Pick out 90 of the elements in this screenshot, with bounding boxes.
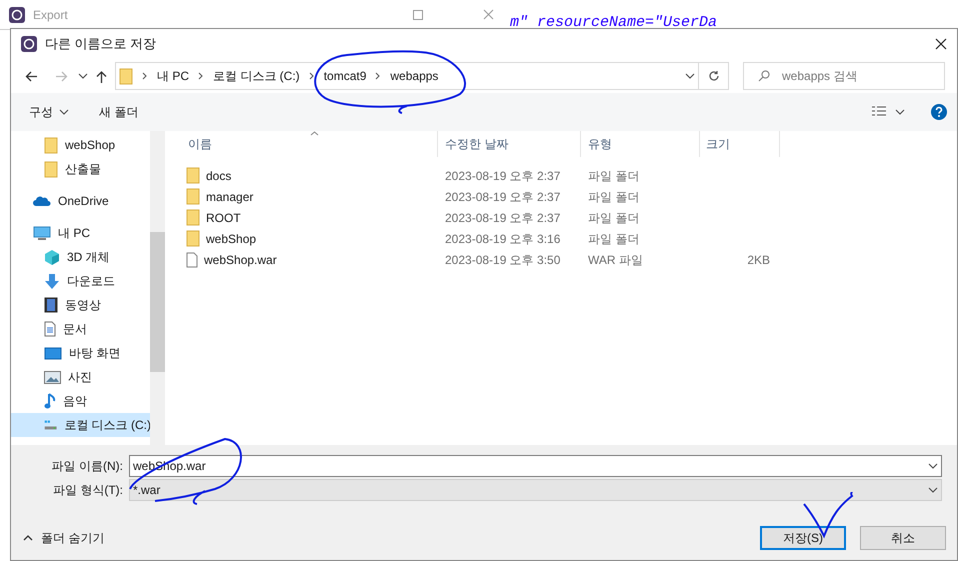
view-options-icon[interactable] bbox=[871, 106, 887, 118]
folder-icon bbox=[186, 209, 200, 226]
chevron-right-icon bbox=[308, 72, 315, 80]
table-cell-text: 2023-08-19 오후 2:37 bbox=[444, 168, 562, 184]
chevron-up-icon bbox=[23, 535, 33, 541]
sidebar-item[interactable]: 로컬 디스크 (C:) bbox=[11, 413, 151, 437]
search-field[interactable]: webapps 검색 bbox=[743, 62, 945, 90]
table-cell-text: WAR 파일 bbox=[587, 252, 644, 268]
drive-icon bbox=[44, 418, 58, 432]
back-arrow-icon[interactable] bbox=[25, 70, 38, 82]
table-cell-text: 파일 폴더 bbox=[587, 230, 640, 248]
table-cell-text: 파일 폴더 bbox=[587, 188, 640, 206]
app-icon bbox=[21, 36, 37, 52]
table-cell-text: 2023-08-19 오후 3:50 bbox=[444, 252, 562, 268]
table-cell-text: 2023-08-19 오후 3:16 bbox=[444, 230, 562, 248]
document-icon bbox=[186, 252, 198, 268]
chevron-right-icon bbox=[198, 72, 204, 80]
down-arrow-icon bbox=[44, 272, 60, 290]
music-note-icon bbox=[44, 392, 56, 410]
folder-icon bbox=[186, 188, 200, 205]
sidebar-item[interactable]: webShop bbox=[11, 133, 151, 157]
chevron-right-icon bbox=[375, 72, 382, 80]
cloud-icon bbox=[33, 196, 51, 206]
save-button[interactable]: 저장(S) bbox=[760, 526, 846, 550]
close-icon[interactable] bbox=[935, 38, 947, 50]
document-icon bbox=[44, 321, 56, 337]
column-header[interactable]: 유형 bbox=[581, 131, 700, 157]
file-name[interactable]: manager bbox=[206, 188, 254, 206]
field-label: 파일 이름(N): bbox=[50, 458, 124, 475]
column-header[interactable]: 수정한 날짜 bbox=[438, 131, 581, 157]
table-cell-text: 파일 폴더 bbox=[587, 210, 640, 226]
refresh-icon[interactable] bbox=[708, 70, 720, 82]
column-header[interactable]: 크기 bbox=[700, 131, 780, 157]
folder-icon bbox=[186, 230, 200, 247]
scrollbar[interactable] bbox=[150, 131, 165, 445]
up-arrow-icon[interactable] bbox=[96, 70, 107, 82]
table-cell-text: 파일 폴더 bbox=[587, 168, 640, 184]
dropdown-caret-icon bbox=[685, 73, 695, 79]
sidebar-item[interactable]: 바탕 화면 bbox=[11, 341, 151, 365]
table-cell-text: 2023-08-19 오후 2:37 bbox=[444, 210, 562, 226]
organize-button[interactable]: 구성 bbox=[29, 103, 69, 121]
film-icon bbox=[44, 297, 58, 313]
code-text: m" resourceName="UserDa bbox=[510, 13, 718, 33]
help-icon[interactable] bbox=[931, 104, 947, 120]
hide-folders-button[interactable]: 폴더 숨기기 bbox=[23, 529, 104, 547]
folder-icon bbox=[44, 136, 58, 154]
sidebar-item[interactable]: 사진 bbox=[11, 365, 151, 389]
new-folder-button[interactable]: 새 폴더 bbox=[99, 103, 138, 121]
sidebar-item[interactable]: 다운로드 bbox=[11, 269, 151, 293]
search-icon bbox=[758, 70, 770, 82]
monitor-icon bbox=[44, 346, 62, 360]
sidebar-item[interactable]: 산출물 bbox=[11, 157, 151, 181]
breadcrumb-item[interactable]: 로컬 디스크 (C:) bbox=[213, 67, 300, 85]
caret-icon bbox=[59, 109, 69, 115]
sidebar-item[interactable]: 동영상 bbox=[11, 293, 151, 317]
breadcrumb-item[interactable]: 내 PC bbox=[157, 67, 190, 85]
table-cell-text: 2023-08-19 오후 2:37 bbox=[444, 188, 562, 206]
dropdown-caret-icon bbox=[928, 487, 938, 493]
file-name[interactable]: ROOT bbox=[206, 208, 241, 226]
sidebar-item[interactable]: 3D 개체 bbox=[11, 245, 151, 269]
folder-icon bbox=[119, 68, 133, 84]
picture-icon bbox=[44, 370, 61, 384]
table-cell: 2KB bbox=[747, 252, 770, 266]
column-header[interactable]: 이름 bbox=[168, 131, 438, 157]
chevron-right-icon bbox=[142, 72, 148, 80]
sidebar-item[interactable]: OneDrive bbox=[11, 189, 151, 213]
app-icon bbox=[9, 6, 25, 22]
file-type-dropdown[interactable]: *.war bbox=[129, 479, 942, 501]
window-title: Export bbox=[33, 6, 68, 24]
file-name[interactable]: docs bbox=[206, 166, 232, 184]
sidebar-item[interactable]: 음악 bbox=[11, 389, 151, 413]
sidebar-item[interactable]: 내 PC bbox=[11, 221, 151, 245]
folder-icon bbox=[44, 160, 58, 178]
breadcrumb-item[interactable]: webapps bbox=[390, 67, 438, 85]
sort-caret-icon bbox=[310, 131, 319, 136]
dropdown-caret-icon bbox=[928, 463, 938, 469]
file-name[interactable]: webShop.war bbox=[204, 250, 277, 268]
field-label: 파일 형식(T): bbox=[52, 482, 124, 499]
folder-icon bbox=[186, 167, 200, 184]
address-bar[interactable]: 내 PC 로컬 디스크 (C:) tomcat9 webapps bbox=[115, 62, 699, 90]
breadcrumb-item[interactable]: tomcat9 bbox=[324, 67, 366, 85]
monitor-icon bbox=[33, 226, 51, 240]
maximize-icon[interactable] bbox=[413, 10, 423, 20]
caret-icon bbox=[895, 109, 905, 115]
dialog-title: 다른 이름으로 저장 bbox=[45, 35, 156, 54]
cube-icon bbox=[44, 248, 60, 266]
file-name[interactable]: webShop bbox=[206, 230, 256, 248]
caret-icon bbox=[78, 73, 88, 79]
cancel-button[interactable]: 취소 bbox=[860, 526, 946, 550]
sidebar-item[interactable]: 문서 bbox=[11, 317, 151, 341]
